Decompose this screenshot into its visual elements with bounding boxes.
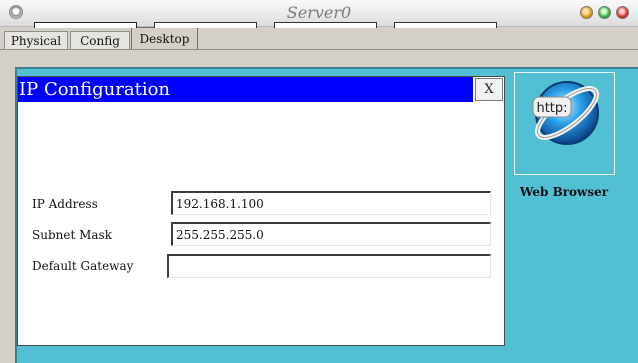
ip-configuration-dialog: IP Configuration X IP Address 192.168.1.… — [17, 76, 505, 346]
desktop-app-tile[interactable] — [34, 22, 137, 28]
desktop-app-tile[interactable] — [394, 22, 497, 28]
desktop-app-tile[interactable] — [274, 22, 377, 28]
ip-address-input[interactable]: 192.168.1.100 — [171, 191, 491, 215]
dialog-title-bar: IP Configuration — [18, 77, 473, 102]
desktop-app-tile[interactable] — [154, 22, 257, 28]
ip-address-label: IP Address — [32, 197, 98, 211]
maximize-button[interactable] — [598, 6, 611, 19]
tab-config[interactable]: Config — [70, 31, 130, 50]
tab-physical[interactable]: Physical — [4, 31, 68, 50]
dialog-close-button[interactable]: X — [475, 78, 503, 101]
default-gateway-input[interactable] — [167, 254, 491, 278]
web-browser-icon: http: — [532, 81, 599, 145]
close-window-button[interactable] — [616, 6, 629, 19]
minimize-button[interactable] — [580, 6, 593, 19]
svg-text:http:: http: — [536, 101, 567, 116]
web-browser-app-tile[interactable]: http: — [514, 72, 615, 175]
web-browser-label[interactable]: Web Browser — [505, 185, 623, 199]
tab-desktop[interactable]: Desktop — [131, 27, 198, 50]
dialog-title: IP Configuration — [19, 79, 171, 100]
tab-bar: Physical Config Desktop — [0, 26, 638, 50]
subnet-mask-input[interactable]: 255.255.255.0 — [171, 222, 491, 246]
default-gateway-label: Default Gateway — [32, 259, 134, 273]
window-title: Server0 — [286, 3, 352, 22]
subnet-mask-label: Subnet Mask — [32, 228, 112, 242]
